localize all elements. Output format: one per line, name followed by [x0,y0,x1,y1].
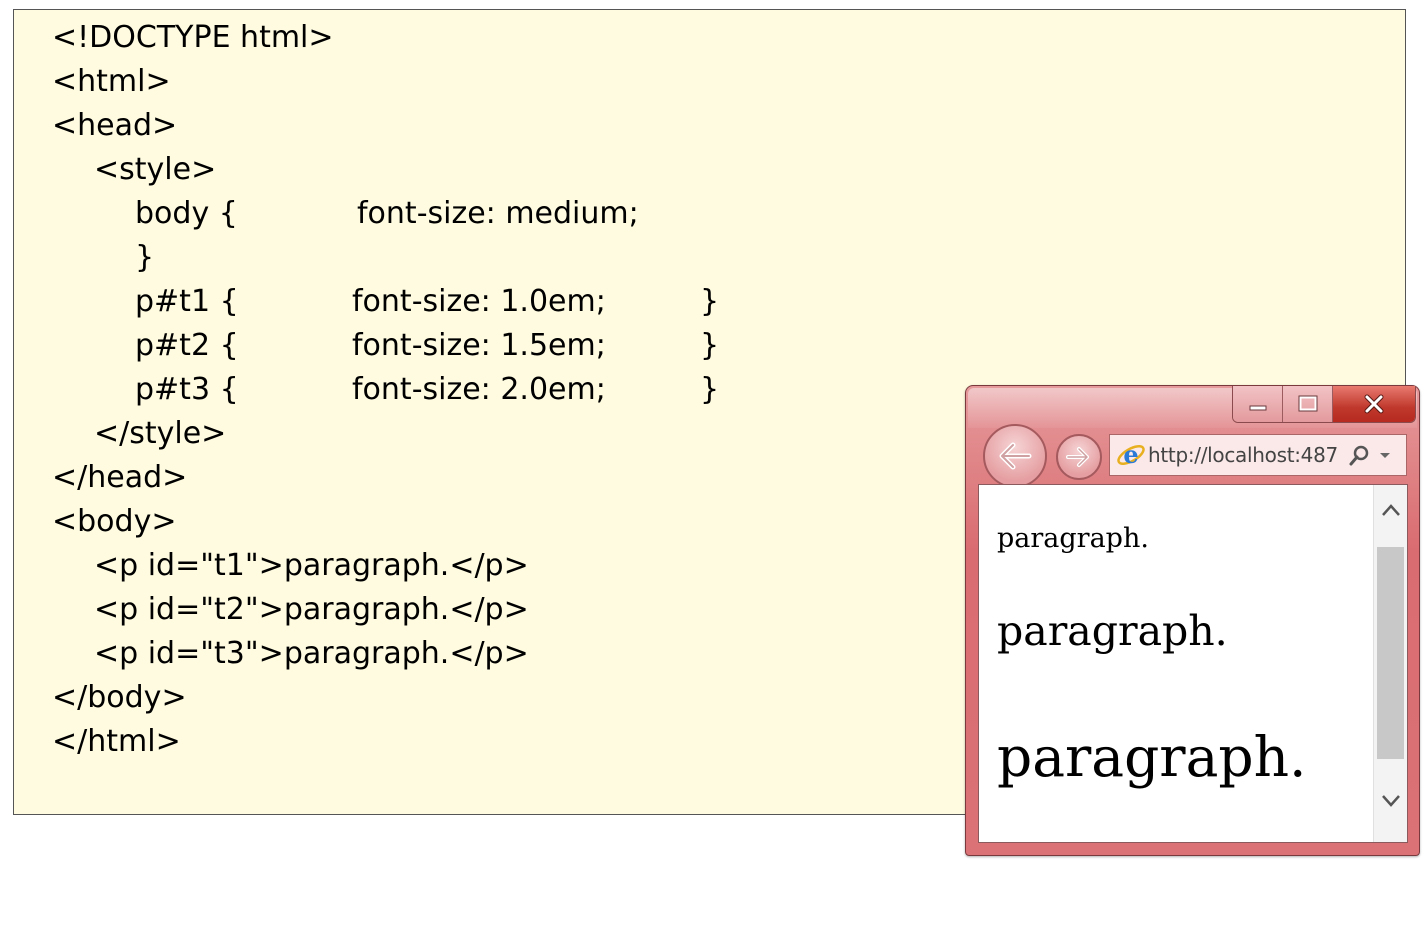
code-text: <head> [52,108,178,143]
code-line-t3-rule: p#t3 { font-size: 2.0em; } [52,370,719,410]
browser-viewport: paragraph. paragraph. paragraph. [978,484,1408,843]
css-brace: } [700,284,720,319]
minimize-icon [1249,405,1266,411]
paragraph-t1: paragraph. [997,523,1149,554]
code-line-head-open: <head> [52,106,177,146]
svg-text:e: e [1123,440,1138,469]
css-selector: p#t3 { [135,372,239,407]
code-line-body-open: <body> [52,502,176,542]
code-text: <!DOCTYPE html> [52,20,334,55]
address-url[interactable]: http://localhost:487 [1148,443,1344,467]
close-icon [1364,394,1384,414]
code-line-body-rule: body { font-size: medium; [52,194,639,234]
address-tools [1348,443,1392,467]
code-text: <style> [94,152,217,187]
code-line-doctype: <!DOCTYPE html> [52,18,334,58]
css-selector: body { [135,196,238,231]
chevron-up-icon [1382,504,1400,516]
css-selector: p#t2 { [135,328,239,363]
forward-button[interactable] [1056,434,1102,480]
forward-arrow-icon [1066,447,1089,467]
search-icon[interactable] [1348,443,1372,467]
code-line-html-close: </html> [52,722,181,762]
paragraph-t2: paragraph. [997,607,1228,655]
css-declaration: font-size: medium; [357,196,639,231]
code-line-t1-rule: p#t1 { font-size: 1.0em; } [52,282,719,322]
code-line-body-rule-close: } [52,238,154,278]
code-text: <body> [52,504,177,539]
code-text: </style> [94,416,227,451]
code-line-p-t1: <p id="t1">paragraph.</p> [52,546,529,586]
scroll-thumb[interactable] [1377,547,1404,759]
code-line-t2-rule: p#t2 { font-size: 1.5em; } [52,326,719,366]
scroll-down-button[interactable] [1380,789,1402,811]
css-declaration: font-size: 1.0em; [352,284,606,319]
chevron-down-icon [1382,795,1400,807]
browser-window: e http://localhost:487 paragraph. paragr… [965,385,1420,856]
code-line-body-close: </body> [52,678,187,718]
code-text: <p id="t3">paragraph.</p> [94,636,529,671]
code-line-style-close: </style> [52,414,226,454]
code-line-p-t3: <p id="t3">paragraph.</p> [52,634,529,674]
css-brace: } [135,240,155,275]
code-text: </head> [52,460,188,495]
minimize-button[interactable] [1233,386,1283,422]
window-controls [1232,386,1416,423]
back-arrow-icon [999,442,1032,470]
code-line-html-open: <html> [52,62,171,102]
code-text: <html> [52,64,171,99]
dropdown-arrow-icon[interactable] [1378,450,1392,460]
code-text: <p id="t2">paragraph.</p> [94,592,529,627]
code-line-p-t2: <p id="t2">paragraph.</p> [52,590,529,630]
css-declaration: font-size: 2.0em; [352,372,606,407]
paragraph-t3: paragraph. [997,725,1307,789]
code-line-style-open: <style> [52,150,216,190]
back-button[interactable] [983,424,1047,488]
maximize-icon [1298,395,1317,412]
css-declaration: font-size: 1.5em; [352,328,606,363]
code-text: </body> [52,680,187,715]
code-text: </html> [52,724,181,759]
vertical-scrollbar[interactable] [1373,485,1407,842]
address-bar[interactable]: e http://localhost:487 [1109,434,1407,476]
code-text: <p id="t1">paragraph.</p> [94,548,529,583]
ie-logo-icon: e [1114,438,1148,472]
css-brace: } [700,328,720,363]
code-line-head-close: </head> [52,458,187,498]
css-selector: p#t1 { [135,284,239,319]
maximize-button[interactable] [1283,386,1333,422]
scroll-up-button[interactable] [1380,499,1402,521]
close-button[interactable] [1333,386,1415,422]
css-brace: } [700,372,720,407]
